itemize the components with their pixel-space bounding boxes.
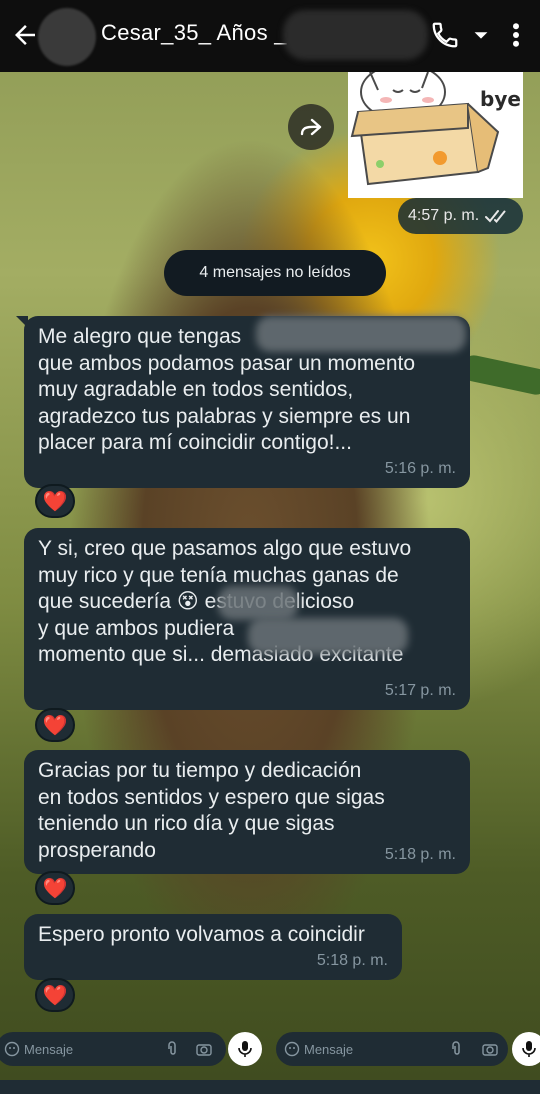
avatar[interactable]: [38, 8, 96, 66]
sticker-timestamp: 4:57 p. m.: [398, 198, 523, 234]
heart-reaction[interactable]: ❤️: [35, 978, 75, 1012]
camera-icon[interactable]: [482, 1042, 498, 1056]
message-bubble[interactable]: Gracias por tu tiempo y dedicación en to…: [24, 750, 470, 874]
message-bubble[interactable]: Espero pronto volvamos a coincidir 5:18 …: [24, 914, 402, 980]
message-time: 5:18 p. m.: [384, 845, 456, 863]
sticker-text: bye: [480, 87, 521, 111]
mic-button-secondary[interactable]: [512, 1032, 540, 1066]
double-check-icon: [485, 210, 506, 223]
message-input-placeholder: Mensaje: [304, 1041, 354, 1057]
message-time: 5:18 p. m.: [316, 951, 388, 969]
message-time: 5:16 p. m.: [384, 459, 456, 477]
sticker-time-label: 4:57 p. m.: [408, 207, 480, 224]
back-arrow-icon[interactable]: [10, 20, 40, 50]
phone-icon[interactable]: [430, 20, 460, 50]
attach-icon[interactable]: [450, 1041, 462, 1057]
redacted-blur: [248, 618, 408, 654]
mic-button[interactable]: [228, 1032, 262, 1066]
message-time: 5:17 p. m.: [384, 681, 456, 699]
heart-icon: ❤️: [42, 714, 68, 737]
bubble-tail: [16, 316, 28, 328]
contact-name[interactable]: Cesar_35_ Años _: [101, 20, 287, 46]
message-input-secondary[interactable]: Mensaje: [276, 1032, 508, 1066]
mic-icon: [522, 1041, 536, 1057]
camera-icon[interactable]: [196, 1042, 212, 1056]
attach-icon[interactable]: [166, 1041, 178, 1057]
heart-icon: ❤️: [42, 984, 68, 1007]
forward-button[interactable]: [288, 104, 334, 150]
sticker-image: bye: [350, 63, 521, 186]
unread-messages-divider: 4 mensajes no leídos: [164, 250, 386, 296]
emoji-icon[interactable]: [284, 1041, 300, 1057]
heart-reaction[interactable]: ❤️: [35, 871, 75, 905]
emoji-icon[interactable]: [4, 1041, 20, 1057]
chat-header: Cesar_35_ Años _: [0, 0, 540, 72]
message-bubble[interactable]: Y si, creo que pasamos algo que estuvo m…: [24, 528, 470, 710]
message-text: Espero pronto volvamos a coincidir: [38, 923, 365, 946]
redacted-blur: [218, 586, 298, 620]
redacted-name-blur: [283, 10, 428, 60]
chevron-down-icon[interactable]: [470, 24, 492, 46]
message-input-placeholder: Mensaje: [24, 1041, 74, 1057]
message-bubble[interactable]: Me alegro que tengas que ambos podamos p…: [16, 316, 470, 488]
heart-reaction[interactable]: ❤️: [35, 708, 75, 742]
heart-icon: ❤️: [42, 490, 68, 513]
forward-icon: [300, 118, 322, 136]
heart-icon: ❤️: [42, 877, 68, 900]
mic-icon: [238, 1041, 252, 1057]
bottom-strip: [0, 1080, 540, 1094]
heart-reaction[interactable]: ❤️: [35, 484, 75, 518]
more-vert-icon[interactable]: [506, 20, 526, 50]
bye-sticker[interactable]: bye: [348, 63, 523, 198]
message-input[interactable]: Mensaje: [0, 1032, 226, 1066]
redacted-blur: [256, 316, 466, 352]
